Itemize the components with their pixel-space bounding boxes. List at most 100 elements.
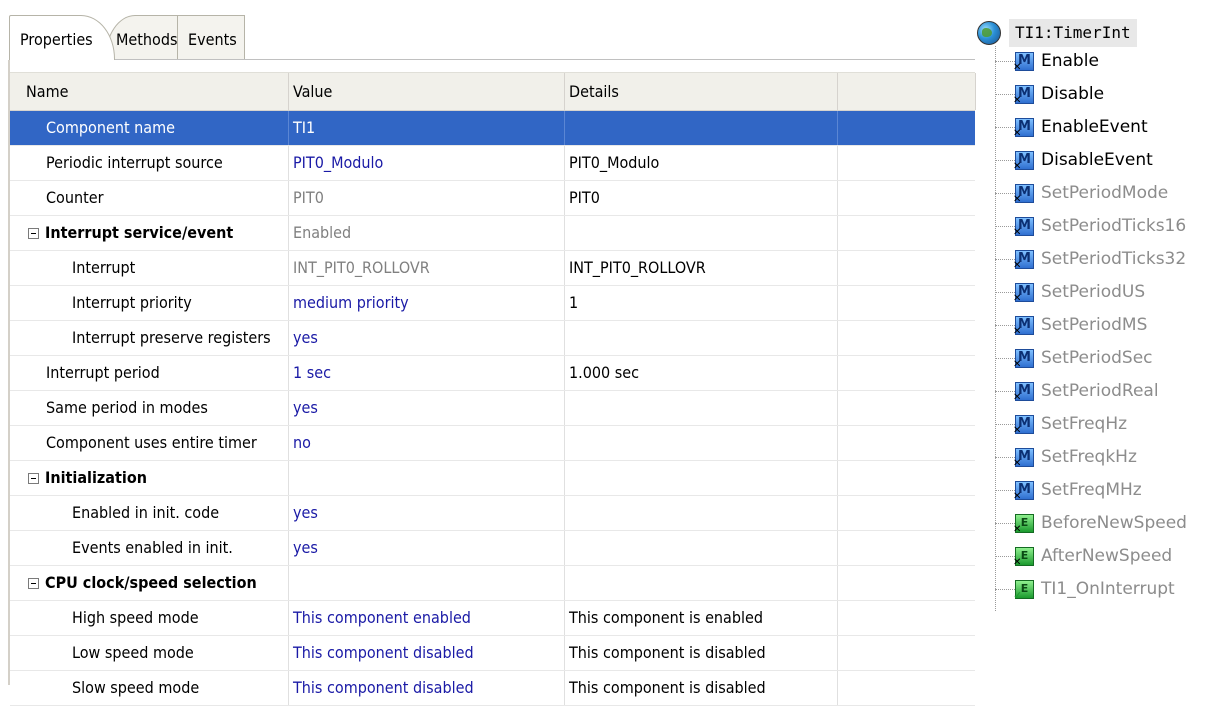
property-value[interactable]: yes [289,398,318,417]
event-icon: ✓ [1013,580,1034,601]
row-filler [838,181,975,215]
tree-item-setperiodmode[interactable]: ✕ SetPeriodMode [995,177,1225,210]
tree-item-setperiodus[interactable]: ✕ SetPeriodUS [995,276,1225,309]
tab-methods[interactable]: Methods [105,15,187,60]
property-details: This component is disabled [569,678,766,697]
property-value[interactable]: medium priority [289,293,409,312]
tree-item-setperiodsec[interactable]: ✕ SetPeriodSec [995,342,1225,375]
property-value[interactable]: 1 sec [289,363,331,382]
property-value[interactable]: TI1 [289,118,315,137]
property-value[interactable]: no [289,433,311,452]
tree-branch [995,94,1015,95]
tree-branch [995,523,1015,524]
property-group-cpu-clock-speed[interactable]: CPU clock/speed selection [10,566,975,601]
tree-item-beforenewspeed[interactable]: ✕ BeforeNewSpeed [995,507,1225,540]
property-row-interrupt-preserve-registers[interactable]: Interrupt preserve registers yes [10,321,975,356]
row-filler [838,286,975,320]
property-row-low-speed-mode[interactable]: Low speed mode This component disabled T… [10,636,975,671]
column-header-value[interactable]: Value [289,73,565,110]
property-details [565,433,569,452]
tree-branch [995,160,1015,161]
collapse-icon[interactable] [28,473,39,484]
property-details: 1.000 sec [569,363,640,382]
property-value[interactable]: PIT0 [289,188,324,207]
row-filler [838,461,975,495]
property-value[interactable]: This component enabled [289,608,471,627]
tree-item-disableevent[interactable]: ✕ DisableEvent [995,144,1225,177]
property-name: Low speed mode [72,643,194,662]
property-row-counter[interactable]: Counter PIT0 PIT0 [10,181,975,216]
property-value[interactable]: PIT0_Modulo [289,153,383,172]
tab-events[interactable]: Events [177,15,245,60]
property-name: Enabled in init. code [72,503,220,522]
property-value[interactable]: Enabled [289,223,351,242]
tree-item-enableevent[interactable]: ✕ EnableEvent [995,111,1225,144]
property-row-slow-speed-mode[interactable]: Slow speed mode This component disabled … [10,671,975,706]
property-row-high-speed-mode[interactable]: High speed mode This component enabled T… [10,601,975,636]
tree-item-setperiodticks32[interactable]: ✕ SetPeriodTicks32 [995,243,1225,276]
tree-item-label: SetPeriodReal [1041,381,1159,401]
property-details [565,223,569,242]
property-name: Events enabled in init. [72,538,233,557]
property-details: This component is disabled [569,643,766,662]
tree-item-label: SetFreqHz [1041,414,1128,434]
property-name: Component name [46,118,175,137]
tree-branch [995,589,1015,590]
tree-item-ti1-oninterrupt[interactable]: ✓ TI1_OnInterrupt [995,573,1225,606]
tree-item-disable[interactable]: ✕ Disable [995,78,1225,111]
property-value[interactable]: This component disabled [289,643,474,662]
tree-item-label: DisableEvent [1041,150,1153,170]
property-value [289,468,293,487]
property-value[interactable]: yes [289,538,318,557]
property-name: Slow speed mode [72,678,200,697]
tree-item-afternewspeed[interactable]: ✕ AfterNewSpeed [995,540,1225,573]
property-row-interrupt[interactable]: Interrupt INT_PIT0_ROLLOVR INT_PIT0_ROLL… [10,251,975,286]
tree-item-setperiodreal[interactable]: ✕ SetPeriodReal [995,375,1225,408]
property-row-interrupt-period[interactable]: Interrupt period 1 sec 1.000 sec [10,356,975,391]
method-icon: ✕ [1013,283,1034,304]
tree-item-setperiodticks16[interactable]: ✕ SetPeriodTicks16 [995,210,1225,243]
property-value[interactable]: yes [289,503,318,522]
method-icon: ✕ [1013,85,1034,106]
tab-baseline [9,59,975,60]
property-details: PIT0_Modulo [569,153,660,172]
property-name: Interrupt period [46,363,160,382]
column-header-name[interactable]: Name [10,73,289,110]
property-name: High speed mode [72,608,199,627]
collapse-icon[interactable] [28,578,39,589]
column-header-value-label: Value [293,82,333,101]
tree-branch [995,193,1015,194]
property-value[interactable]: yes [289,328,318,347]
property-name: Interrupt preserve registers [72,328,271,347]
property-row-enabled-in-init-code[interactable]: Enabled in init. code yes [10,496,975,531]
property-value[interactable]: This component disabled [289,678,474,697]
property-value[interactable]: INT_PIT0_ROLLOVR [289,258,430,277]
tree-item-label: SetPeriodTicks16 [1041,216,1187,236]
property-group-interrupt-service[interactable]: Interrupt service/event Enabled [10,216,975,251]
tree-item-enable[interactable]: ✕ Enable [995,45,1225,78]
group-name: Initialization [45,468,147,487]
tree-item-label: Disable [1041,84,1105,104]
tree-item-setfreqkhz[interactable]: ✕ SetFreqkHz [995,441,1225,474]
tree-item-setfreqmhz[interactable]: ✕ SetFreqMHz [995,474,1225,507]
property-row-component-name[interactable]: Component name TI1 [10,111,975,146]
property-name: Interrupt [72,258,136,277]
property-details: This component is enabled [569,608,764,627]
tree-item-setperiodms[interactable]: ✕ SetPeriodMS [995,309,1225,342]
column-header-details[interactable]: Details [565,73,838,110]
property-row-periodic-interrupt-source[interactable]: Periodic interrupt source PIT0_Modulo PI… [10,146,975,181]
property-row-same-period-in-modes[interactable]: Same period in modes yes [10,391,975,426]
globe-icon [977,21,1001,45]
row-filler [838,496,975,530]
tree-branch [995,226,1015,227]
method-icon: ✕ [1013,316,1034,337]
tree-branch [995,490,1015,491]
tree-item-setfreqhz[interactable]: ✕ SetFreqHz [995,408,1225,441]
property-row-events-enabled-in-init[interactable]: Events enabled in init. yes [10,531,975,566]
property-name: Same period in modes [46,398,208,417]
property-row-component-uses-entire-timer[interactable]: Component uses entire timer no [10,426,975,461]
property-row-interrupt-priority[interactable]: Interrupt priority medium priority 1 [10,286,975,321]
collapse-icon[interactable] [28,228,39,239]
tab-properties[interactable]: Properties [9,15,115,60]
property-group-initialization[interactable]: Initialization [10,461,975,496]
